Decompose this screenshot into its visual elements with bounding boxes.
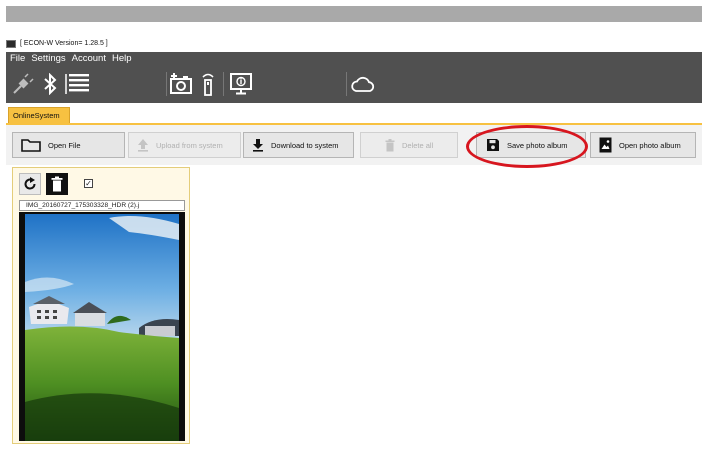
bluetooth-icon[interactable] — [40, 71, 60, 97]
delete-all-button[interactable]: Delete all — [360, 132, 458, 158]
photo-thumbnail[interactable] — [19, 212, 185, 441]
toolbar-divider — [223, 72, 224, 96]
delete-all-label: Delete all — [402, 140, 434, 150]
red-highlight-ellipse — [466, 125, 588, 168]
photo-album-icon — [599, 137, 612, 153]
cloud-icon[interactable] — [349, 71, 377, 97]
title-bar: [ ECON-W Version= 1.28.5 ] — [6, 37, 702, 50]
open-photo-album-button[interactable]: Open photo album — [590, 132, 696, 158]
menu-help[interactable]: Help — [112, 53, 132, 64]
landscape-photo — [23, 212, 181, 441]
tab-onlinesystem[interactable]: OnlineSystem — [8, 107, 70, 123]
toolbar-divider — [346, 72, 347, 96]
menu-file[interactable]: File — [10, 53, 25, 64]
action-bar: Open File Upload from system Download to… — [6, 125, 702, 165]
photo-select-checkbox[interactable]: ✓ — [84, 179, 93, 188]
photo-filename: IMG_20160727_175303328_HDR (2).j — [19, 200, 185, 211]
monitor-info-icon[interactable] — [228, 71, 254, 97]
main-toolbar: File Settings Account Help — [6, 52, 702, 103]
download-label: Download to system — [271, 140, 339, 150]
app-icon — [6, 39, 16, 48]
menu-bar: File Settings Account Help — [10, 53, 132, 64]
toolbar-divider — [166, 72, 167, 96]
remote-icon[interactable] — [200, 71, 216, 97]
trash-icon — [51, 176, 63, 192]
delete-photo-button[interactable] — [46, 173, 68, 195]
trash-icon — [385, 138, 395, 151]
download-to-system-button[interactable]: Download to system — [243, 132, 354, 158]
top-gray-strip — [6, 6, 702, 22]
upload-icon — [138, 139, 148, 152]
folder-icon — [21, 139, 41, 152]
menu-settings[interactable]: Settings — [31, 53, 65, 64]
add-camera-icon[interactable] — [168, 71, 194, 97]
tab-strip — [6, 103, 702, 125]
rotate-button[interactable] — [19, 173, 41, 195]
list-icon[interactable] — [64, 71, 92, 97]
open-album-label: Open photo album — [619, 140, 681, 150]
window-title: [ ECON-W Version= 1.28.5 ] — [20, 40, 108, 47]
menu-account[interactable]: Account — [72, 53, 106, 64]
disconnected-plug-icon[interactable] — [10, 71, 36, 97]
open-file-label: Open File — [48, 140, 81, 150]
rotate-icon — [24, 177, 36, 190]
download-icon — [253, 139, 263, 152]
upload-label: Upload from system — [156, 140, 223, 150]
photo-card[interactable]: ✓ IMG_20160727_175303328_HDR (2).j — [12, 167, 190, 444]
open-file-button[interactable]: Open File — [12, 132, 125, 158]
upload-from-system-button[interactable]: Upload from system — [128, 132, 241, 158]
